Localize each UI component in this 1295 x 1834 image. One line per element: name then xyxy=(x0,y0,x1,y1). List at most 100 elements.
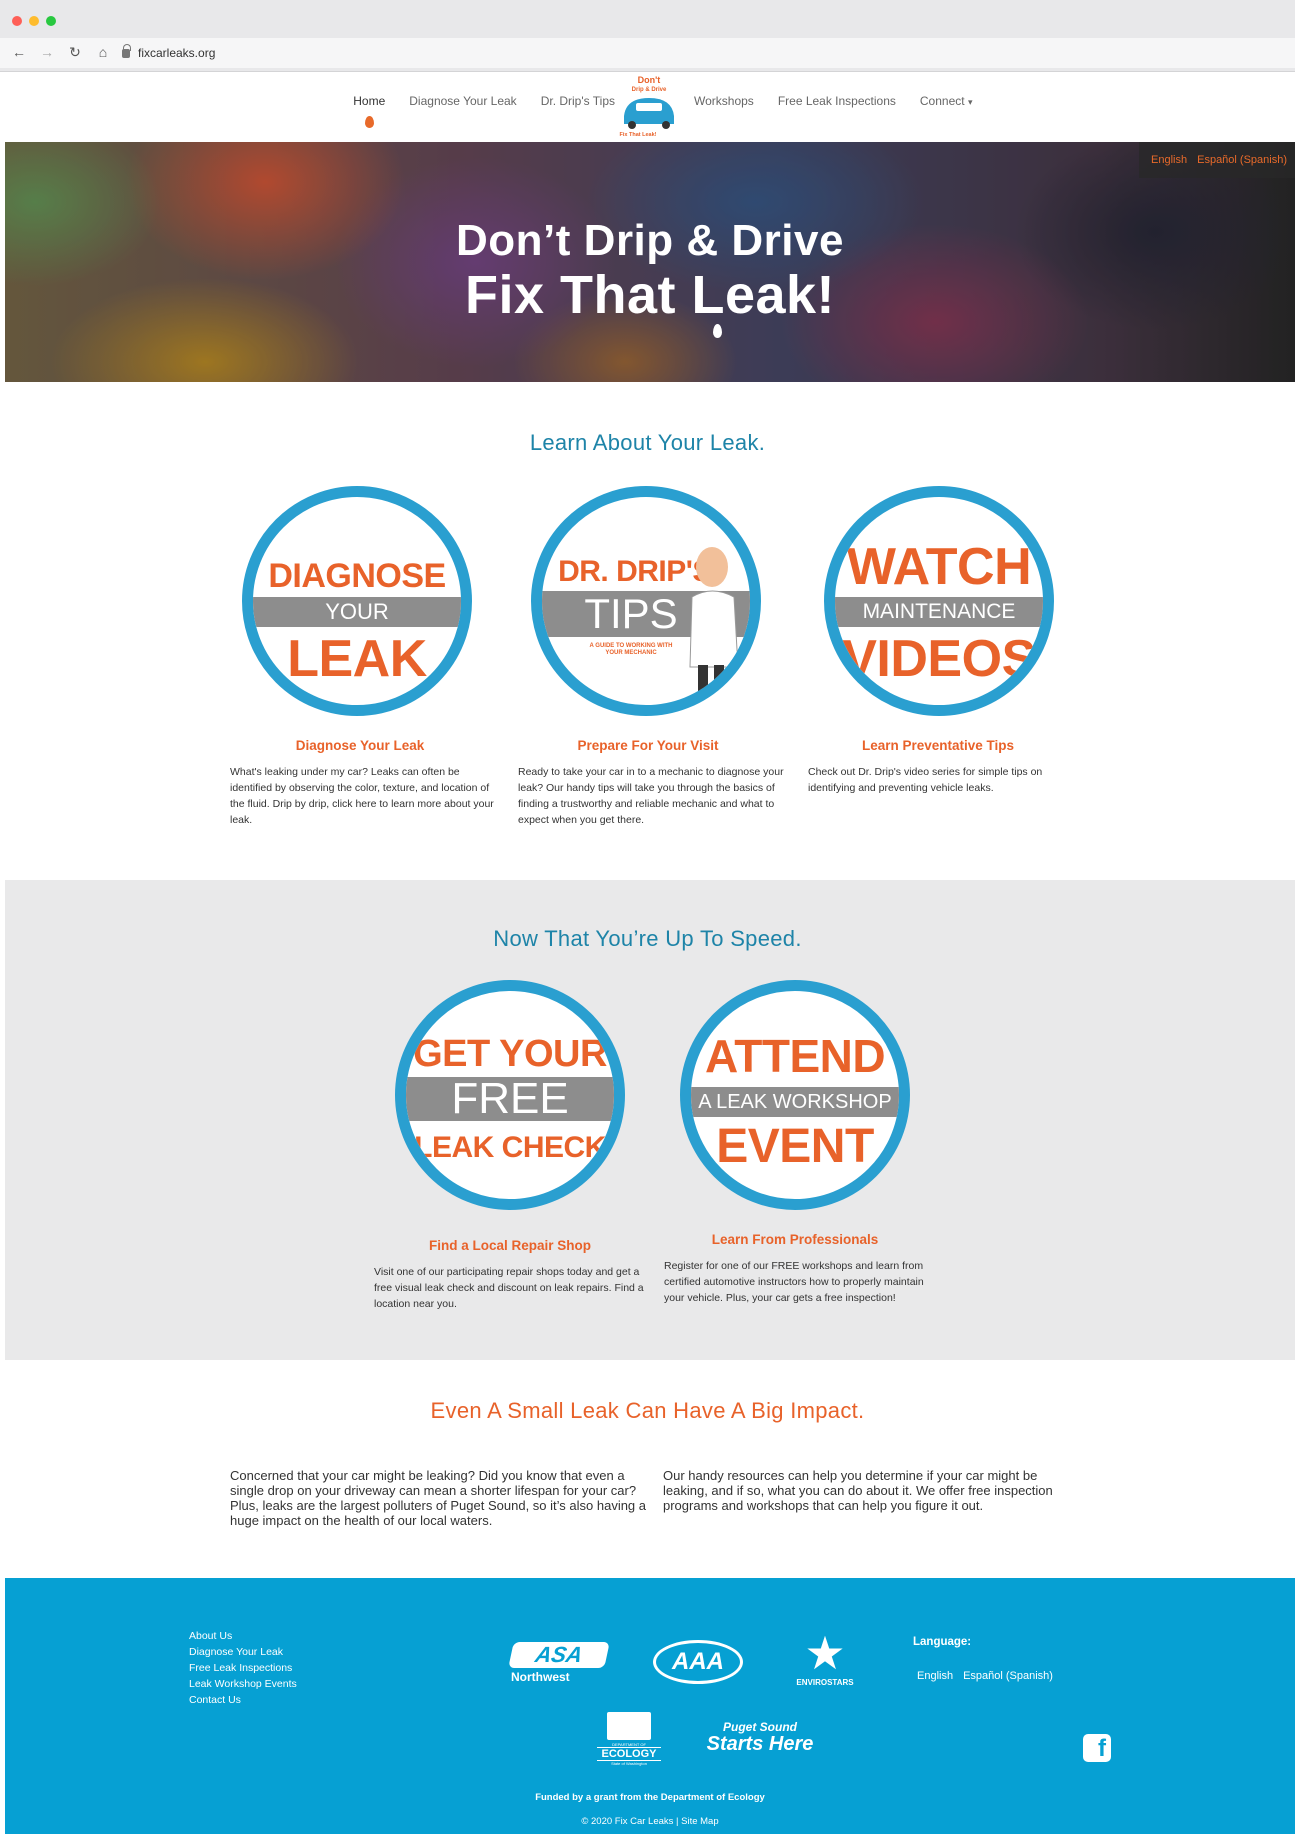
nav-home-label: Home xyxy=(353,94,386,108)
lang-spanish-link[interactable]: Español (Spanish) xyxy=(1197,154,1287,166)
drop-icon xyxy=(365,116,375,128)
card-heading[interactable]: Find a Local Repair Shop xyxy=(380,1238,640,1253)
learn-title: Learn About Your Leak. xyxy=(529,430,766,455)
nav-workshops[interactable]: Workshops xyxy=(694,94,754,108)
star-icon: ★ xyxy=(804,1627,846,1679)
lock-icon xyxy=(122,43,131,58)
footer-links: About Us Diagnose Your Leak Free Leak In… xyxy=(189,1628,297,1708)
nav-inspections-label: Free Leak Inspections xyxy=(777,94,896,108)
nav-home[interactable]: Home xyxy=(353,94,386,128)
minimize-window-button[interactable] xyxy=(29,16,39,26)
logo-bottom-text: Fix That Leak! xyxy=(620,132,657,138)
forward-icon[interactable]: → xyxy=(40,44,54,61)
toolbar: ← → ↻ ⌂ fixcarleaks.org xyxy=(0,38,1295,68)
envirostars-text: ENVIROSTARS xyxy=(796,1678,854,1687)
circle-bottom-text: LEAK CHECK xyxy=(414,1131,606,1164)
card-heading[interactable]: Diagnose Your Leak xyxy=(230,738,490,753)
footer-lang-english[interactable]: English xyxy=(917,1670,953,1682)
circle-band-text: YOUR xyxy=(253,597,461,627)
hero-banner: English Español (Spanish) Don’t Drip & D… xyxy=(5,142,1295,382)
card-heading[interactable]: Learn Preventative Tips xyxy=(808,738,1068,753)
circle-bottom-text: VIDEOS xyxy=(842,630,1036,688)
funded-text: Funded by a grant from the Department of… xyxy=(535,1792,765,1803)
asa-sub-text: Northwest xyxy=(511,1670,570,1684)
footer-language-title: Language: xyxy=(913,1636,972,1648)
footer-link[interactable]: About Us xyxy=(189,1628,297,1644)
ecology-text: ECOLOGY xyxy=(597,1747,661,1761)
starts-here-text: Starts Here xyxy=(706,1733,814,1755)
maximize-window-button[interactable] xyxy=(46,16,56,26)
nav-diagnose-label: Diagnose Your Leak xyxy=(409,94,517,108)
caret-down-icon: ▾ xyxy=(967,97,973,107)
footer-language-links: English Español (Spanish) xyxy=(917,1670,1053,1682)
hero-title-line2: Fix That Leak! xyxy=(464,265,836,325)
circle-top-text: DIAGNOSE xyxy=(268,557,446,595)
card-heading[interactable]: Prepare For Your Visit xyxy=(518,738,778,753)
footer-link[interactable]: Leak Workshop Events xyxy=(189,1676,297,1692)
card-text: What's leaking under my car? Leaks can o… xyxy=(230,766,494,826)
footer-link[interactable]: Free Leak Inspections xyxy=(189,1660,297,1676)
site-navigation: Home Diagnose Your Leak Dr. Drip's Tips … xyxy=(0,72,1295,142)
nav-tips[interactable]: Dr. Drip's Tips xyxy=(541,94,615,108)
puget-sound-logo[interactable]: Puget Sound Starts Here xyxy=(705,1720,815,1754)
up-to-speed-section xyxy=(5,880,1295,1360)
home-icon[interactable]: ⌂ xyxy=(96,44,110,61)
puget-text: Puget Sound xyxy=(723,1720,797,1734)
card-heading[interactable]: Learn From Professionals xyxy=(665,1232,925,1247)
diagnose-circle-button[interactable]: DIAGNOSE YOUR LEAK xyxy=(242,486,472,716)
footer-lang-spanish[interactable]: Español (Spanish) xyxy=(963,1670,1053,1682)
copyright-text[interactable]: © 2020 Fix Car Leaks | Site Map xyxy=(5,1816,1295,1827)
aaa-logo[interactable]: AAA xyxy=(653,1640,743,1684)
nav-connect-label: Connect xyxy=(919,94,965,108)
asa-logo-text: ASA xyxy=(508,1642,610,1668)
url-text: fixcarleaks.org xyxy=(138,46,216,60)
footer-link[interactable]: Diagnose Your Leak xyxy=(189,1644,297,1660)
leak-check-circle-button[interactable]: GET YOUR FREE LEAK CHECK xyxy=(395,980,625,1210)
asa-logo[interactable]: ASA Northwest xyxy=(508,1642,610,1684)
window-controls xyxy=(12,16,56,26)
tips-circle-button[interactable]: DR. DRIP'S TIPS A GUIDE TO WORKING WITH … xyxy=(531,486,761,716)
videos-circle-button[interactable]: WATCH MAINTENANCE VIDEOS xyxy=(824,486,1054,716)
logo-mid-text: Drip & Drive xyxy=(632,87,667,93)
card-text: Ready to take your car in to a mechanic … xyxy=(518,766,784,826)
drip-icon xyxy=(713,324,722,338)
reload-icon[interactable]: ↻ xyxy=(68,44,82,61)
nav-connect[interactable]: Connect ▾ xyxy=(920,94,973,108)
ecology-sub-text: State of Washington xyxy=(611,1761,647,1766)
circle-band-text: A LEAK WORKSHOP xyxy=(691,1087,899,1117)
circle-bottom-text: LEAK xyxy=(287,630,427,688)
workshop-circle-button[interactable]: ATTEND A LEAK WORKSHOP EVENT xyxy=(680,980,910,1210)
card-text: Check out Dr. Drip's video series for si… xyxy=(808,766,1043,794)
circle-band-text: MAINTENANCE xyxy=(835,597,1043,627)
footer: About Us Diagnose Your Leak Free Leak In… xyxy=(5,1578,1295,1834)
browser-chrome: ← → ↻ ⌂ fixcarleaks.org xyxy=(0,0,1295,72)
language-switcher: English Español (Spanish) xyxy=(1139,142,1295,178)
hero-title-line1: Don’t Drip & Drive xyxy=(456,216,844,265)
impact-right-text: Our handy resources can help you determi… xyxy=(663,1468,1053,1513)
address-bar[interactable]: fixcarleaks.org xyxy=(122,43,1282,63)
washington-icon xyxy=(607,1712,651,1740)
card-text: Visit one of our participating repair sh… xyxy=(374,1266,644,1310)
circle-bottom-text: EVENT xyxy=(716,1120,874,1173)
lang-english-link[interactable]: English xyxy=(1151,154,1187,166)
circle-top-text: ATTEND xyxy=(704,1030,886,1082)
logo-top-text: Don't xyxy=(638,75,661,85)
impact-title: Even A Small Leak Can Have A Big Impact. xyxy=(430,1398,865,1423)
nav-workshops-label: Workshops xyxy=(694,94,754,108)
nav-diagnose[interactable]: Diagnose Your Leak xyxy=(409,94,516,108)
envirostars-logo[interactable]: ★ ENVIROSTARS xyxy=(785,1628,865,1687)
nav-inspections[interactable]: Free Leak Inspections xyxy=(778,94,896,108)
site-logo[interactable]: Don't Drip & Drive Fix That Leak! xyxy=(610,72,688,142)
circle-top-text: GET YOUR xyxy=(413,1033,607,1075)
facebook-icon[interactable]: f xyxy=(1083,1734,1111,1762)
circle-bottom-text: A GUIDE TO WORKING WITH YOUR MECHANIC xyxy=(589,643,673,656)
ecology-logo[interactable]: DEPARTMENT OF ECOLOGY State of Washingto… xyxy=(597,1712,661,1766)
footer-link[interactable]: Contact Us xyxy=(189,1692,297,1708)
back-icon[interactable]: ← xyxy=(12,44,26,61)
speed-title: Now That You’re Up To Speed. xyxy=(493,926,802,951)
nav-tips-label: Dr. Drip's Tips xyxy=(540,94,615,108)
close-window-button[interactable] xyxy=(12,16,22,26)
circle-band-text: FREE xyxy=(406,1077,614,1121)
card-text: Register for one of our FREE workshops a… xyxy=(664,1260,924,1304)
doctor-icon xyxy=(689,547,739,701)
